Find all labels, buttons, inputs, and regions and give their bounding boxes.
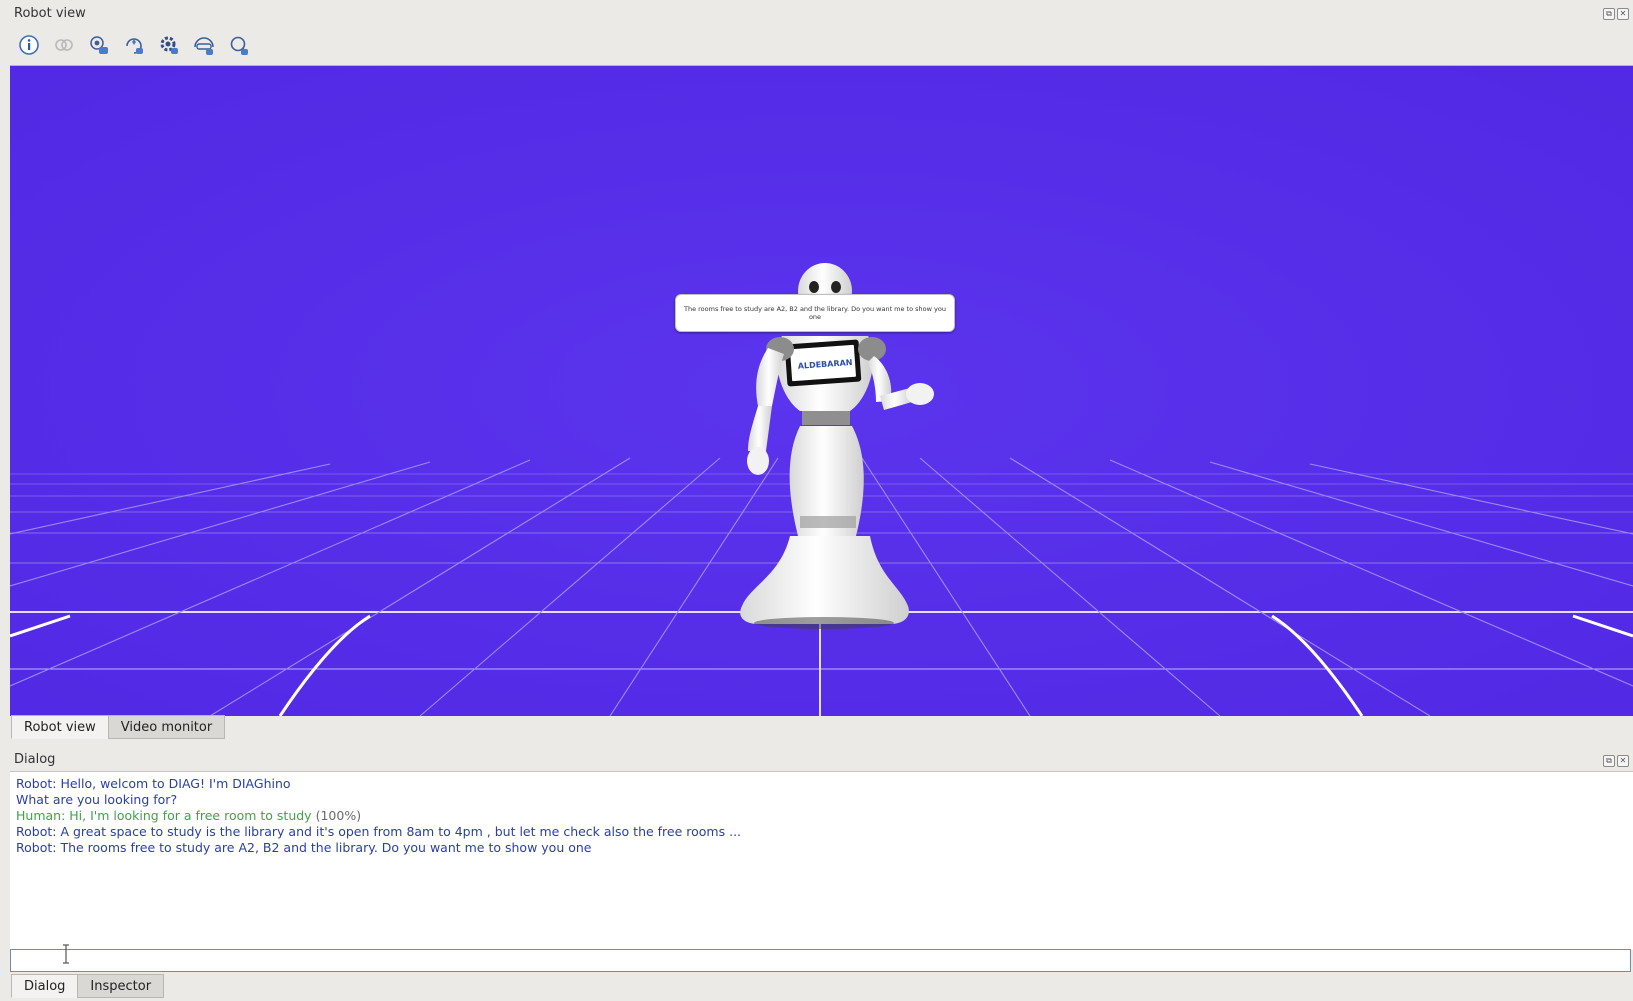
- reset-view-icon: [126, 38, 143, 54]
- dialog-tabs: Dialog Inspector: [11, 974, 165, 998]
- settings-icon: [160, 36, 178, 54]
- link-button[interactable]: [51, 32, 77, 58]
- view-mode-icon: [194, 37, 214, 55]
- dialog-line: Robot: The rooms free to study are A2, B…: [16, 840, 592, 855]
- zoom-button[interactable]: [226, 32, 252, 58]
- dialog-window-controls: ⧉ ✕: [1603, 755, 1629, 767]
- robot-scene: ALDEBARAN: [10, 66, 1633, 716]
- dialog-title: Dialog: [14, 752, 56, 767]
- tab-inspector[interactable]: Inspector: [77, 974, 165, 998]
- dialog-input[interactable]: [10, 949, 1631, 972]
- dialog-line: Human: Hi, I'm looking for a free room t…: [16, 808, 741, 824]
- speech-bubble: The rooms free to study are A2, B2 and t…: [675, 294, 955, 332]
- info-button[interactable]: [16, 32, 42, 58]
- dialog-log[interactable]: Robot: Hello, welcom to DIAG! I'm DIAGhi…: [10, 771, 1633, 950]
- tab-video-monitor[interactable]: Video monitor: [107, 715, 226, 739]
- info-icon: [19, 35, 39, 55]
- robot-3d-viewport[interactable]: ALDEBARAN The rooms free to study are A2…: [10, 65, 1633, 716]
- text-cursor-icon: [63, 944, 69, 964]
- close-panel-button[interactable]: ✕: [1617, 755, 1629, 767]
- tab-robot-view[interactable]: Robot view: [11, 715, 109, 739]
- confidence-value: (100%): [315, 808, 362, 823]
- robot-view-toolbar: [16, 32, 252, 58]
- robot-view-window-controls: ⧉ ✕: [1603, 8, 1629, 20]
- reset-view-button[interactable]: [121, 32, 147, 58]
- human-utterance: Human: Hi, I'm looking for a free room t…: [16, 808, 312, 823]
- settings-button[interactable]: [156, 32, 182, 58]
- zoom-icon: [230, 36, 248, 55]
- float-panel-button[interactable]: ⧉: [1603, 8, 1615, 20]
- tab-dialog[interactable]: Dialog: [11, 974, 79, 998]
- camera-settings-button[interactable]: [86, 32, 112, 58]
- close-panel-button[interactable]: ✕: [1617, 8, 1629, 20]
- view-mode-button[interactable]: [191, 32, 217, 58]
- link-icon: [55, 39, 73, 51]
- float-panel-button[interactable]: ⧉: [1603, 755, 1615, 767]
- dialog-line: Robot: Hello, welcom to DIAG! I'm DIAGhi…: [16, 776, 291, 791]
- dialog-line: Robot: A great space to study is the lib…: [16, 824, 742, 839]
- robot-view-title: Robot view: [14, 6, 86, 21]
- camera-settings-icon: [90, 36, 108, 54]
- dialog-line: What are you looking for?: [16, 792, 178, 807]
- robot-view-tabs: Robot view Video monitor: [11, 715, 226, 739]
